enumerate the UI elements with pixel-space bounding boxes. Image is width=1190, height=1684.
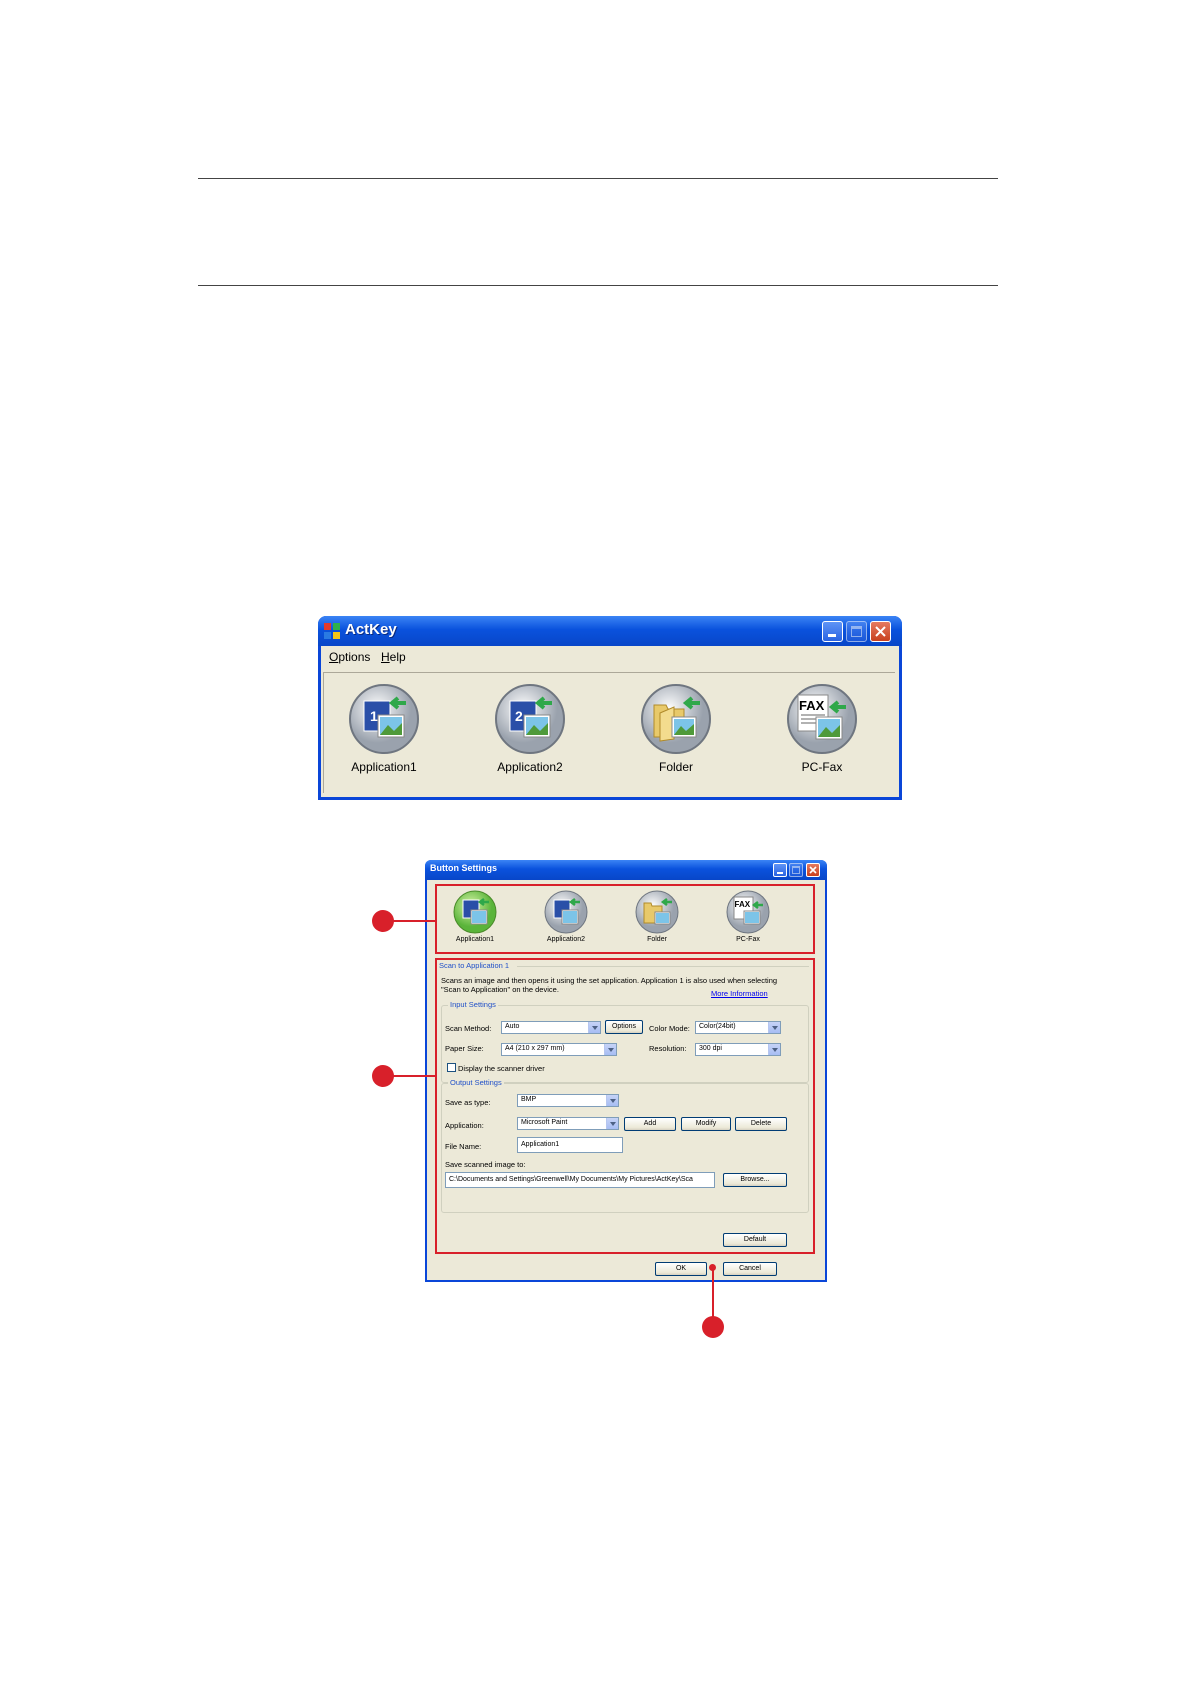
button-settings-title: Button Settings <box>430 863 497 873</box>
maximize-icon <box>792 866 800 874</box>
close-icon <box>809 866 817 874</box>
tab-pc-fax-label[interactable]: PC-Fax <box>708 936 788 943</box>
tab-folder-icon[interactable] <box>635 890 679 934</box>
pc-fax-icon[interactable]: FAX <box>786 683 858 755</box>
button-settings-window: Button Settings Application1 Application… <box>425 860 827 1282</box>
browse-button[interactable]: Browse... <box>723 1173 787 1187</box>
chevron-down-icon <box>768 1044 780 1055</box>
svg-text:1: 1 <box>370 708 378 724</box>
application2-icon[interactable]: 2 <box>494 683 566 755</box>
color-mode-select[interactable]: Color(24bit) <box>695 1021 781 1034</box>
button-settings-client: Application1 Application2 Folder FAX PC-… <box>427 880 825 1280</box>
file-name-label: File Name: <box>445 1142 482 1151</box>
callout-line-1 <box>392 920 435 922</box>
scan-method-select[interactable]: Auto <box>501 1021 601 1034</box>
close-icon <box>875 626 886 637</box>
display-driver-label: Display the scanner driver <box>458 1064 545 1073</box>
actkey-titlebar[interactable]: ActKey <box>318 616 902 646</box>
folder-icon[interactable] <box>640 683 712 755</box>
top-divider <box>198 178 998 179</box>
actkey-window: ActKey Options Help 1 Application1 2 App… <box>318 616 902 800</box>
tab-application1-label[interactable]: Application1 <box>435 936 515 943</box>
header-divider <box>198 285 998 286</box>
resolution-label: Resolution: <box>649 1044 687 1053</box>
dialog-close-button[interactable] <box>806 863 820 877</box>
save-type-select[interactable]: BMP <box>517 1094 619 1107</box>
dialog-maximize-button[interactable] <box>789 863 803 877</box>
callout-marker-2 <box>372 1065 394 1087</box>
save-type-label: Save as type: <box>445 1098 491 1107</box>
application-label: Application: <box>445 1121 484 1130</box>
file-name-field[interactable]: Application1 <box>517 1137 623 1153</box>
callout-line-2 <box>392 1075 435 1077</box>
description-line1: Scans an image and then opens it using t… <box>441 976 778 985</box>
callout-marker-1 <box>372 910 394 932</box>
close-button[interactable] <box>870 621 891 642</box>
display-driver-checkbox[interactable] <box>447 1063 456 1072</box>
add-button[interactable]: Add <box>624 1117 676 1131</box>
chevron-down-icon <box>606 1095 618 1106</box>
callout-marker-3 <box>702 1316 724 1338</box>
minimize-icon <box>828 634 836 637</box>
chevron-down-icon <box>588 1022 600 1033</box>
save-to-path-field[interactable]: C:\Documents and Settings\Greenwell\My D… <box>445 1172 715 1188</box>
chevron-down-icon <box>606 1118 618 1129</box>
application1-label[interactable]: Application1 <box>324 760 444 774</box>
dialog-minimize-button[interactable] <box>773 863 787 877</box>
scan-method-label: Scan Method: <box>445 1024 492 1033</box>
actkey-client: Options Help 1 Application1 2 Applicatio… <box>321 646 899 797</box>
svg-text:2: 2 <box>515 708 523 724</box>
svg-text:FAX: FAX <box>799 698 825 713</box>
output-settings-legend: Output Settings <box>448 1078 504 1087</box>
paper-size-label: Paper Size: <box>445 1044 484 1053</box>
application2-label[interactable]: Application2 <box>470 760 590 774</box>
options-button[interactable]: Options <box>605 1020 643 1034</box>
actkey-menubar: Options Help <box>321 646 899 670</box>
pc-fax-label[interactable]: PC-Fax <box>762 760 882 774</box>
actkey-button-panel: 1 Application1 2 Application2 Folder FAX… <box>323 672 895 793</box>
callout-line-3 <box>712 1267 714 1319</box>
color-mode-label: Color Mode: <box>649 1024 690 1033</box>
tab-folder-label[interactable]: Folder <box>617 936 697 943</box>
delete-button[interactable]: Delete <box>735 1117 787 1131</box>
paper-size-select[interactable]: A4 (210 x 297 mm) <box>501 1043 617 1056</box>
save-to-label: Save scanned image to: <box>445 1160 526 1169</box>
maximize-icon <box>851 626 862 637</box>
tab-pc-fax-icon[interactable]: FAX <box>726 890 770 934</box>
application1-icon[interactable]: 1 <box>348 683 420 755</box>
svg-text:FAX: FAX <box>735 900 751 909</box>
cancel-button[interactable]: Cancel <box>723 1262 777 1276</box>
tab-application2-icon[interactable] <box>544 890 588 934</box>
ok-button[interactable]: OK <box>655 1262 707 1276</box>
tab-application1-icon[interactable] <box>453 890 497 934</box>
description-line2: "Scan to Application" on the device. <box>441 985 559 994</box>
menu-help[interactable]: Help <box>381 650 406 664</box>
section-divider <box>517 966 809 967</box>
callout-anchor-3 <box>709 1264 716 1271</box>
minimize-icon <box>777 872 783 874</box>
chevron-down-icon <box>604 1044 616 1055</box>
application-select[interactable]: Microsoft Paint <box>517 1117 619 1130</box>
modify-button[interactable]: Modify <box>681 1117 731 1131</box>
output-settings-group: Output Settings <box>441 1078 809 1213</box>
input-settings-legend: Input Settings <box>448 1000 498 1009</box>
resolution-select[interactable]: 300 dpi <box>695 1043 781 1056</box>
default-button[interactable]: Default <box>723 1233 787 1247</box>
more-information-link[interactable]: More Information <box>711 989 768 998</box>
tab-application2-label[interactable]: Application2 <box>526 936 606 943</box>
button-settings-titlebar[interactable]: Button Settings <box>425 860 827 880</box>
actkey-title: ActKey <box>345 621 397 638</box>
menu-options[interactable]: Options <box>329 650 370 664</box>
minimize-button[interactable] <box>822 621 843 642</box>
actkey-app-icon <box>324 623 340 639</box>
chevron-down-icon <box>768 1022 780 1033</box>
section-title: Scan to Application 1 <box>439 961 510 970</box>
folder-label[interactable]: Folder <box>616 760 736 774</box>
maximize-button[interactable] <box>846 621 867 642</box>
